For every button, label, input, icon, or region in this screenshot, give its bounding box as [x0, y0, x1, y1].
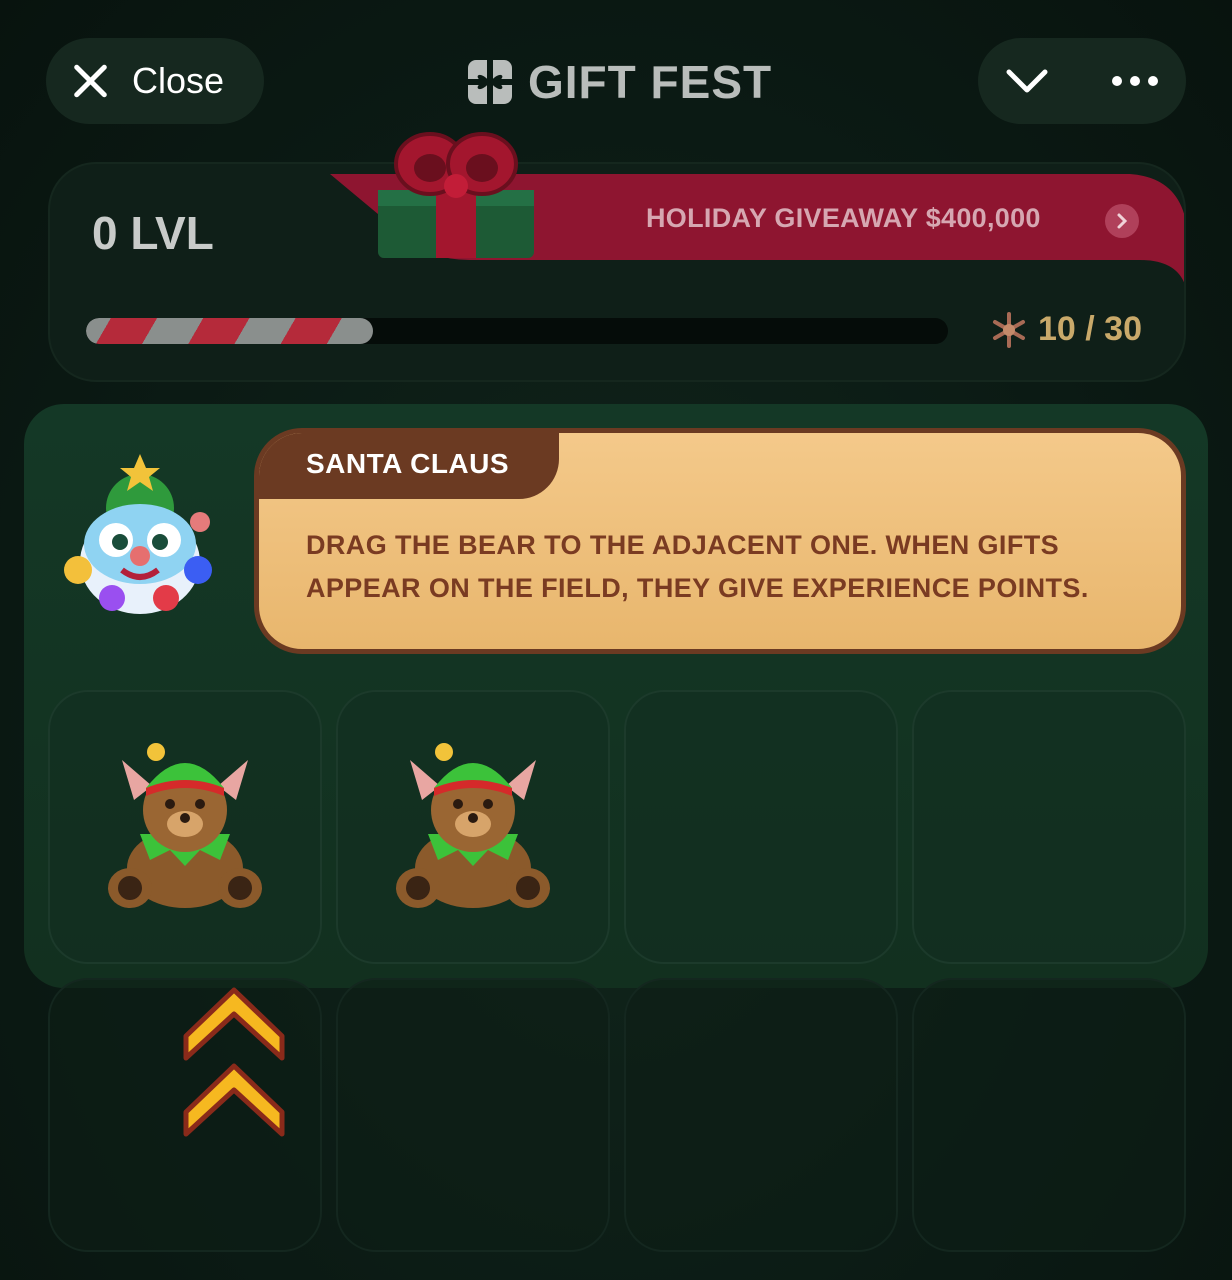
drag-up-arrows-icon — [183, 987, 285, 1137]
snowflake-icon — [993, 311, 1025, 348]
tutorial-message: DRAG THE BEAR TO THE ADJACENT ONE. WHEN … — [306, 530, 1089, 603]
xp-text: 10 / 30 — [1038, 310, 1142, 348]
window-controls — [978, 38, 1186, 124]
title-text: GIFT FEST — [528, 56, 773, 108]
giveaway-link[interactable]: HOLIDAY GIVEAWAY $400,000 — [646, 203, 1041, 234]
chevron-right-icon[interactable] — [1105, 204, 1139, 238]
board-cell-6[interactable] — [336, 978, 610, 1252]
chevron-down-icon[interactable] — [1004, 58, 1050, 104]
santa-avatar — [64, 454, 212, 614]
speaker-name: SANTA CLAUS — [306, 448, 510, 479]
close-button[interactable]: Close — [46, 38, 264, 124]
close-icon — [70, 61, 110, 101]
giveaway-banner-shape — [330, 174, 1184, 283]
close-label: Close — [132, 60, 225, 101]
more-options-icon[interactable] — [1112, 76, 1158, 86]
xp-counter: 10 / 30 — [990, 310, 1142, 349]
gift-box-icon — [378, 132, 534, 258]
xp-progress-fill — [86, 318, 374, 344]
board-cell-8[interactable] — [912, 978, 1186, 1252]
board-cell-7[interactable] — [624, 978, 898, 1252]
level-card — [48, 162, 1186, 382]
level-label: 0 LVL — [92, 207, 214, 259]
elf-bear-item[interactable] — [100, 738, 270, 914]
app-title: GIFT FEST — [466, 52, 772, 112]
gift-logo-icon — [468, 60, 512, 104]
board-cell-3[interactable] — [624, 690, 898, 964]
board-cell-4[interactable] — [912, 690, 1186, 964]
elf-bear-item[interactable] — [388, 738, 558, 914]
xp-progress-bar — [86, 318, 948, 344]
